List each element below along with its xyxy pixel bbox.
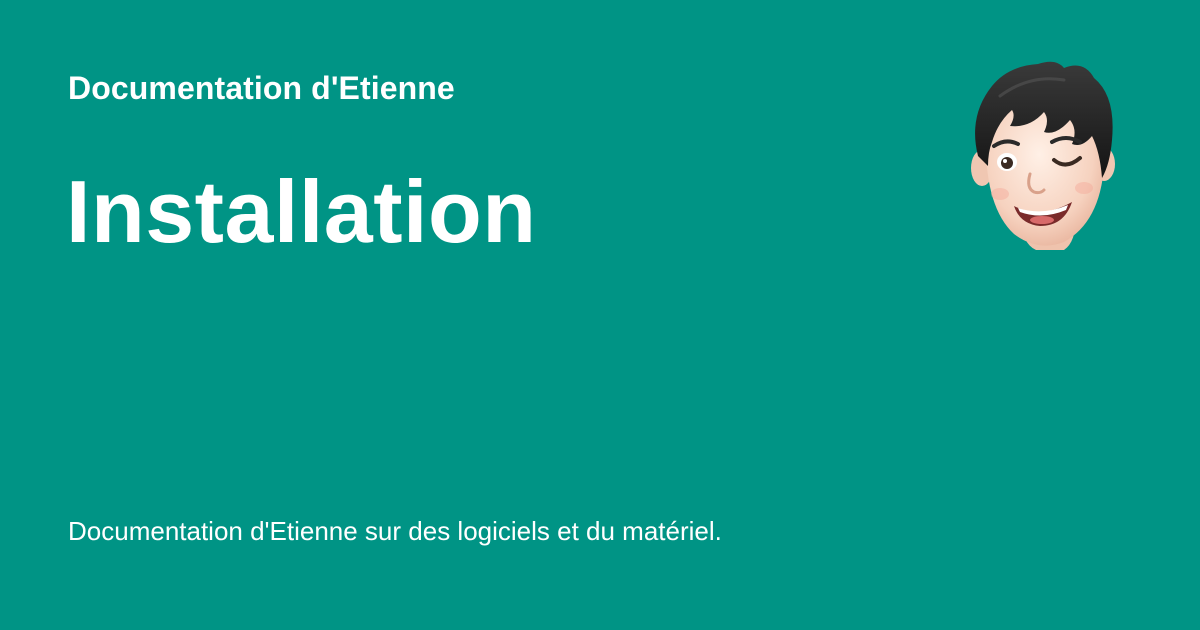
site-name: Documentation d'Etienne — [68, 70, 455, 106]
winking-memoji-avatar-icon — [960, 56, 1128, 252]
page-title: Installation — [66, 162, 537, 261]
social-card: Documentation d'Etienne Installation Doc… — [0, 0, 1200, 630]
site-description: Documentation d'Etienne sur des logiciel… — [68, 516, 722, 546]
